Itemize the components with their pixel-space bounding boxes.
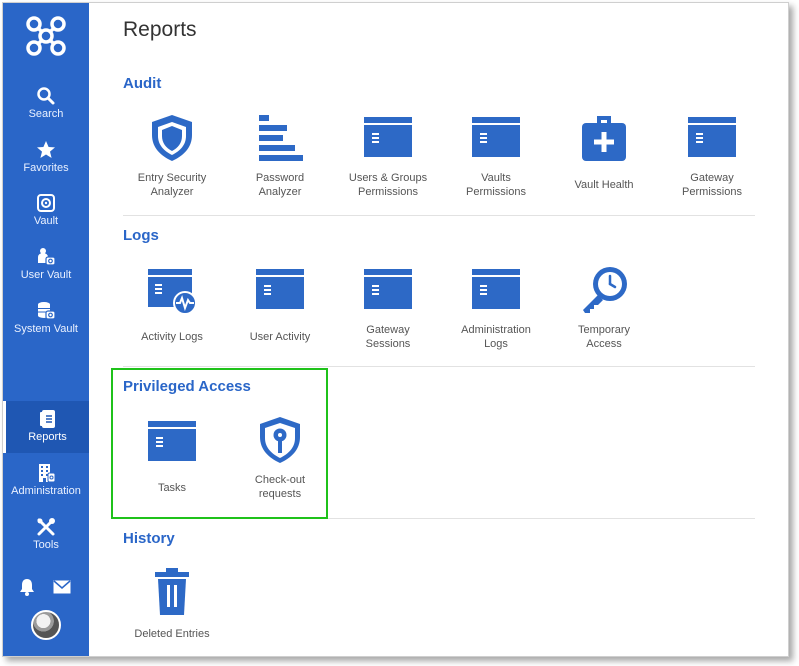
tile-administration-logs[interactable]: Administration Logs: [446, 265, 546, 365]
tile-label: User Activity: [249, 331, 311, 343]
sidebar-item-label: Favorites: [23, 162, 69, 174]
first-aid-kit-icon: [582, 116, 626, 161]
sidebar-item-administration[interactable]: Administration: [3, 463, 89, 513]
star-icon: [37, 141, 55, 158]
tile-label: Gateway Sessions: [365, 324, 411, 350]
window-list-icon: [472, 117, 520, 157]
sidebar-item-user-vault[interactable]: User Vault: [3, 247, 89, 297]
window-list-icon: [256, 269, 304, 309]
sidebar-item-tools[interactable]: Tools: [3, 517, 89, 567]
search-icon: [37, 87, 55, 105]
sidebar-item-search[interactable]: Search: [3, 86, 89, 136]
avatar[interactable]: [31, 610, 61, 640]
mail-icon[interactable]: [53, 580, 71, 594]
tile-vaults-permissions[interactable]: Vaults Permissions: [446, 113, 546, 213]
bars-icon: [259, 115, 303, 161]
section-title-history: History: [123, 530, 175, 547]
sidebar-item-label: Vault: [33, 215, 59, 227]
section-divider: [123, 215, 755, 216]
building-icon: [39, 464, 56, 483]
tile-label: Administration Logs: [461, 324, 531, 350]
tile-gateway-sessions[interactable]: Gateway Sessions: [338, 265, 438, 365]
tile-label: Password Analyzer: [255, 172, 305, 198]
trash-icon: [155, 568, 189, 615]
reports-icon: [39, 410, 55, 428]
tile-gateway-permissions[interactable]: Gateway Permissions: [662, 113, 762, 213]
main-content: Reports Audit Entry Security Analyzer Pa…: [89, 3, 788, 656]
app-window: Search Favorites Vault User Vault System…: [2, 2, 789, 657]
window-list-icon: [364, 269, 412, 309]
sidebar: Search Favorites Vault User Vault System…: [3, 3, 89, 656]
sidebar-item-system-vault[interactable]: System Vault: [3, 301, 89, 351]
tile-password-analyzer[interactable]: Password Analyzer: [230, 113, 330, 213]
sidebar-bottom-icons: [3, 578, 89, 598]
tile-label: Users & Groups Permissions: [348, 172, 428, 198]
window-list-icon: [364, 117, 412, 157]
vault-icon: [37, 194, 55, 212]
tile-label: Entry Security Analyzer: [137, 172, 207, 198]
tile-entry-security-analyzer[interactable]: Entry Security Analyzer: [122, 113, 222, 213]
key-clock-icon: [583, 267, 627, 313]
devolutions-logo-icon[interactable]: [24, 14, 68, 58]
system-vault-icon: [38, 302, 56, 320]
tile-label: Gateway Permissions: [682, 172, 742, 198]
tile-user-activity[interactable]: User Activity: [230, 265, 330, 365]
shield-icon: [152, 115, 192, 161]
sidebar-item-label: System Vault: [14, 323, 78, 335]
sidebar-item-label: Administration: [11, 485, 81, 497]
window-activity-icon: [148, 269, 197, 315]
sidebar-item-label: User Vault: [20, 269, 72, 281]
bell-icon[interactable]: [19, 578, 35, 596]
sidebar-item-favorites[interactable]: Favorites: [3, 140, 89, 190]
tile-label: Vaults Permissions: [466, 172, 526, 198]
section-title-audit: Audit: [123, 75, 162, 92]
tile-temporary-access[interactable]: Temporary Access: [554, 265, 654, 365]
sidebar-item-label: Reports: [28, 431, 67, 443]
tile-label: Temporary Access: [578, 324, 630, 350]
highlight-box: [111, 368, 328, 519]
sidebar-item-reports[interactable]: Reports: [3, 401, 89, 453]
user-vault-icon: [38, 248, 56, 266]
tile-vault-health[interactable]: Vault Health: [554, 113, 654, 213]
sidebar-item-label: Tools: [33, 539, 59, 551]
window-list-icon: [688, 117, 736, 157]
sidebar-item-vault[interactable]: Vault: [3, 193, 89, 243]
tile-label: Vault Health: [574, 179, 634, 191]
page-title: Reports: [123, 18, 197, 41]
tile-activity-logs[interactable]: Activity Logs: [122, 265, 222, 365]
tile-label: Activity Logs: [141, 331, 203, 343]
tile-label: Deleted Entries: [134, 628, 210, 640]
window-list-icon: [472, 269, 520, 309]
tools-icon: [37, 518, 55, 536]
tile-users-groups-permissions[interactable]: Users & Groups Permissions: [338, 113, 438, 213]
tile-deleted-entries[interactable]: Deleted Entries: [122, 567, 222, 656]
section-title-logs: Logs: [123, 227, 159, 244]
section-divider: [123, 366, 755, 367]
sidebar-item-label: Search: [28, 108, 64, 120]
